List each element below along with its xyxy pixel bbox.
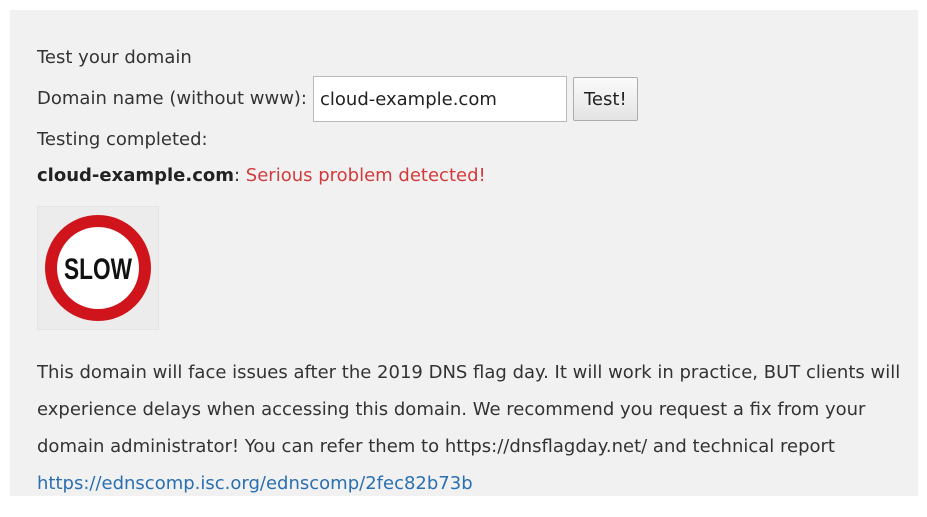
result-line: cloud-example.com: Serious problem detec… xyxy=(37,164,486,188)
form-heading: Test your domain xyxy=(37,47,192,68)
result-separator: : xyxy=(234,165,246,186)
domain-label: Domain name (without www): xyxy=(37,88,307,109)
result-message: Serious problem detected! xyxy=(245,165,486,186)
slow-sign-icon: SLOW xyxy=(37,206,159,330)
report-link[interactable]: https://ednscomp.isc.org/ednscomp/2fec82… xyxy=(37,473,473,494)
domain-test-panel: Test your domain Domain name (without ww… xyxy=(10,10,918,496)
slow-sign-text: SLOW xyxy=(64,253,133,286)
status-text: Testing completed: xyxy=(37,129,208,150)
description-text: This domain will face issues after the 2… xyxy=(37,362,901,457)
domain-input[interactable] xyxy=(313,76,567,122)
domain-form-row: Domain name (without www): Test! xyxy=(37,76,638,122)
result-domain: cloud-example.com xyxy=(37,165,234,186)
result-description: This domain will face issues after the 2… xyxy=(37,354,907,502)
test-button[interactable]: Test! xyxy=(573,77,638,121)
